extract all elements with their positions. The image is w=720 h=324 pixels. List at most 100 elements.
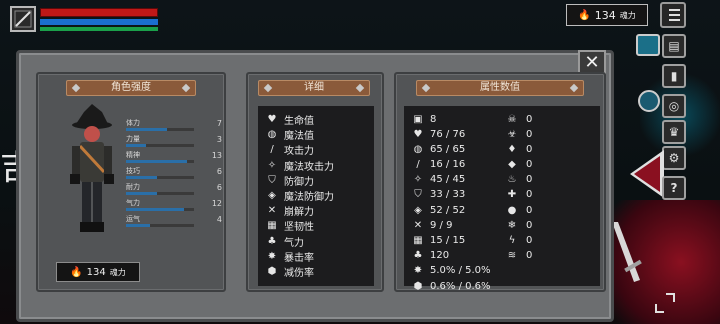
value-row: ♥ 76 / 76 ☣ 0 — [412, 127, 600, 142]
attribute-row: 运气 4 — [126, 214, 222, 230]
close-button[interactable]: ✕ — [578, 50, 606, 74]
attribute-label: 精神 — [126, 151, 140, 159]
resistance-value: 0 — [526, 250, 533, 262]
soul-counter-panel: 🔥 134 魂力 — [56, 262, 140, 282]
tenacity-icon: ▦ — [267, 220, 277, 232]
attribute-bar — [126, 176, 194, 179]
values-list: ▣ 8 ☠ 0 ♥ 76 / 76 ☣ 0 ◍ 65 / 65 ♦ 0 / 16 / 16 ◆ 0 ✧ 45 / … — [404, 106, 600, 292]
stat-value: 15 / 15 — [430, 235, 466, 246]
lungs-icon: ♣ — [413, 250, 423, 262]
skull-icon: ☠ — [507, 113, 517, 125]
weapon-slash-icon — [14, 10, 32, 28]
detail-label: 攻击力 — [284, 146, 314, 158]
settings-button[interactable]: ⚙ — [662, 146, 686, 170]
sword-icon: / — [270, 144, 274, 156]
stat-value: 120 — [430, 250, 450, 262]
break-icon: ✕ — [413, 219, 423, 231]
soul-flame-icon: 🔥 — [70, 266, 83, 278]
attribute-label: 气力 — [126, 199, 140, 207]
value-row: ✧ 45 / 45 ♨ 0 — [412, 173, 600, 188]
section-title: 详细 — [258, 80, 370, 96]
value-row: ◍ 65 / 65 ♦ 0 — [412, 142, 600, 157]
detail-label: 暴击率 — [284, 252, 314, 264]
magic-attack-icon: ✧ — [267, 159, 277, 171]
detail-list: ♥ 生命值 ◍ 魔法值 / 攻击力 ✧ 魔法攻击力 ⛉ 防御力 ◈ 魔法防御力 ✕ 崩解力 ▦ 坚韧性 ♣ 气力 ✸… — [258, 106, 374, 286]
detail-label: 防御力 — [284, 176, 314, 188]
section-title: 属性数值 — [416, 80, 584, 96]
vision-orb-button[interactable] — [638, 90, 660, 112]
attribute-value: 6 — [216, 183, 222, 192]
brain-icon: ◍ — [267, 129, 277, 141]
resistance-value: 0 — [526, 143, 533, 155]
damage-reduction-icon: ⬢ — [267, 265, 277, 277]
attribute-value: 12 — [211, 199, 222, 208]
mana-bar — [40, 19, 158, 25]
armor-icon: ▮ — [670, 69, 678, 83]
attribute-row: 精神 13 — [126, 150, 222, 166]
stat-value: 8 — [430, 113, 437, 125]
inventory-button[interactable]: ▤ — [662, 34, 686, 58]
break-icon: ✕ — [267, 205, 277, 217]
detail-row: ⬢ 减伤率 — [266, 264, 374, 279]
stat-value: 0.6% / 0.6% — [430, 280, 491, 292]
stat-value: 52 / 52 — [430, 204, 466, 216]
magic-defense-icon: ◈ — [268, 190, 276, 202]
crown-icon: ♛ — [668, 125, 680, 139]
attribute-values-section: 属性数值 ▣ 8 ☠ 0 ♥ 76 / 76 ☣ 0 ◍ 65 / 65 ♦ 0/16 / 16 ◆ 0 ✧… — [394, 72, 606, 292]
heart-icon: ♥ — [413, 128, 423, 140]
stat-value: 45 / 45 — [430, 174, 466, 186]
attribute-value: 3 — [216, 135, 222, 144]
detail-row: / 攻击力 — [266, 142, 374, 157]
wind-icon: ≋ — [507, 250, 517, 262]
value-row: ✕ 9 / 9 ❄ 0 — [412, 218, 600, 233]
resistance-value: 0 — [526, 219, 533, 231]
value-row: ▣ 8 ☠ 0 — [412, 112, 600, 127]
detail-label: 魔法值 — [284, 131, 314, 143]
gear-icon: ⚙ — [668, 151, 680, 165]
water-icon: ◆ — [508, 159, 516, 171]
skills-button[interactable]: ◎ — [662, 94, 686, 118]
bag-icon: ▣ — [413, 113, 423, 125]
attribute-value: 13 — [211, 151, 222, 160]
detail-row: ✸ 暴击率 — [266, 249, 374, 264]
detail-label: 生命值 — [284, 116, 314, 128]
help-button[interactable]: ? — [662, 176, 686, 200]
dark-icon: ● — [507, 204, 517, 216]
detail-label: 魔法防御力 — [284, 192, 334, 204]
value-row: ⬢ 0.6% / 0.6% — [412, 279, 600, 294]
detail-row: ♥ 生命值 — [266, 112, 374, 127]
expand-corner-icon[interactable] — [652, 290, 678, 316]
detail-row: ♣ 气力 — [266, 234, 374, 249]
blood-icon: ♦ — [507, 143, 517, 155]
attribute-label: 力量 — [126, 135, 140, 143]
detail-label: 气力 — [284, 237, 304, 249]
attribute-row: 体力 7 — [126, 118, 222, 134]
attribute-bar — [126, 208, 194, 211]
soul-flame-icon: 🔥 — [578, 9, 591, 21]
attribute-bar — [126, 224, 194, 227]
attribute-value: 6 — [216, 167, 222, 176]
attribute-bar — [126, 128, 194, 131]
value-row: ▦ 15 / 15 ϟ 0 — [412, 234, 600, 249]
resistance-value: 0 — [526, 128, 533, 140]
crit-icon: ✸ — [267, 250, 277, 262]
value-row: ✸ 5.0% / 5.0% — [412, 264, 600, 279]
attribute-label: 技巧 — [126, 167, 140, 175]
resistance-value: 0 — [526, 235, 533, 246]
map-scroll-button[interactable] — [636, 34, 660, 56]
character-portrait — [70, 104, 114, 232]
soul-counter-top: 🔥 134 魂力 — [566, 4, 648, 26]
main-menu-button[interactable] — [660, 2, 686, 28]
scroll-icon: ▤ — [668, 39, 680, 53]
lungs-icon: ♣ — [267, 235, 277, 247]
attribute-list: 体力 7 力量 3 精神 13 技巧 6 耐力 6 气力 12 运气 4 — [126, 118, 222, 230]
equipped-weapon-slot[interactable] — [10, 6, 36, 32]
gear-button[interactable]: ▮ — [662, 64, 686, 88]
detail-row: ▦ 坚韧性 — [266, 218, 374, 233]
crown-button[interactable]: ♛ — [662, 120, 686, 144]
resistance-value: 0 — [526, 159, 533, 171]
stat-value: 33 / 33 — [430, 189, 466, 201]
poison-icon: ☣ — [507, 128, 517, 140]
health-bar — [40, 8, 158, 17]
damage-reduction-icon: ⬢ — [413, 280, 423, 292]
